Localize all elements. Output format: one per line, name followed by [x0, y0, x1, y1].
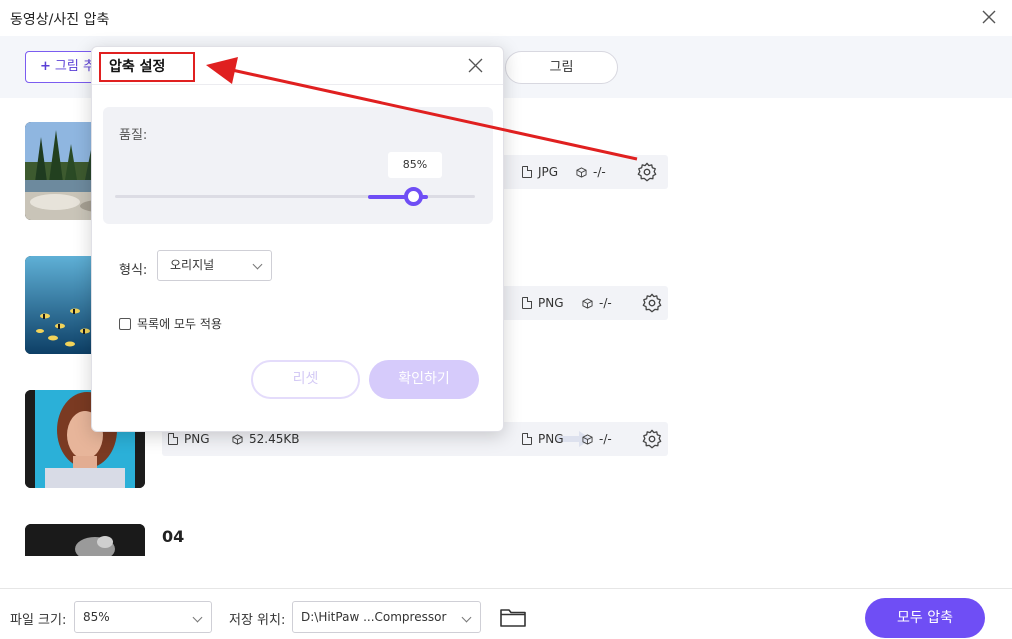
gear-icon[interactable]	[641, 292, 663, 314]
format-select[interactable]: 오리지널	[157, 250, 272, 281]
output-size: -/-	[593, 165, 606, 179]
save-location-value: D:\HitPaw ...Compressor	[301, 610, 447, 624]
thumbnail-dark[interactable]	[25, 524, 145, 556]
chevron-down-icon	[252, 259, 263, 270]
output-format: JPG	[538, 165, 559, 179]
gear-icon[interactable]	[641, 428, 663, 450]
tab-image[interactable]: 그림	[505, 51, 618, 84]
quality-panel: 품질: 85%	[103, 107, 493, 224]
cube-icon	[582, 297, 593, 309]
dialog-header: 압축 설정	[92, 47, 503, 85]
close-icon[interactable]	[468, 58, 483, 73]
cube-icon	[582, 433, 593, 445]
quality-label: 품질:	[119, 128, 148, 143]
compression-settings-dialog: 압축 설정 품질: 85% 형식: 오리지널 목록에 모두 적용 리셋 확인하기	[91, 46, 504, 432]
apply-all-row: 목록에 모두 적용	[119, 315, 222, 332]
compressor-app: 동영상/사진 압축 + 그림 추 그림 JPG -/- PNG -/- PNG …	[0, 0, 1012, 639]
reset-button[interactable]: 리셋	[251, 360, 360, 399]
file-icon	[522, 433, 532, 445]
save-location-label: 저장 위치:	[229, 613, 286, 628]
confirm-button[interactable]: 확인하기	[369, 360, 479, 399]
output-format: PNG	[538, 432, 564, 446]
folder-icon[interactable]	[500, 607, 526, 627]
quality-slider-handle[interactable]	[404, 187, 423, 206]
list-item: 04	[0, 524, 1012, 556]
output-size: -/-	[599, 432, 612, 446]
file-size-value: 85%	[83, 610, 110, 624]
chevron-down-icon	[461, 612, 472, 623]
file-icon	[522, 166, 532, 178]
file-size-select[interactable]: 85%	[74, 601, 212, 633]
format-value: 오리지널	[170, 258, 215, 272]
compress-all-button[interactable]: 모두 압축	[865, 598, 985, 638]
bottom-bar: 파일 크기: 85% 저장 위치: D:\HitPaw ...Compresso…	[0, 588, 1012, 639]
file-name: 04	[162, 527, 185, 546]
plus-icon: +	[40, 59, 51, 74]
file-icon	[168, 433, 178, 445]
window-title: 동영상/사진 압축	[10, 12, 110, 28]
dialog-title: 압축 설정	[99, 52, 195, 82]
format-label: 형식:	[119, 263, 148, 278]
quality-value-tooltip: 85%	[388, 152, 442, 178]
file-size-label: 파일 크기:	[10, 613, 67, 628]
save-location-select[interactable]: D:\HitPaw ...Compressor	[292, 601, 481, 633]
gear-icon[interactable]	[636, 161, 658, 183]
output-format: PNG	[538, 296, 564, 310]
cube-icon	[232, 433, 243, 445]
cube-icon	[576, 166, 587, 178]
file-icon	[522, 297, 532, 309]
apply-all-label: 목록에 모두 적용	[137, 317, 222, 331]
title-bar: 동영상/사진 압축	[0, 0, 1012, 36]
add-image-label: 그림 추	[54, 59, 95, 74]
chevron-down-icon	[192, 612, 203, 623]
close-icon[interactable]	[980, 8, 998, 26]
output-size: -/-	[599, 296, 612, 310]
apply-all-checkbox[interactable]	[119, 317, 131, 330]
